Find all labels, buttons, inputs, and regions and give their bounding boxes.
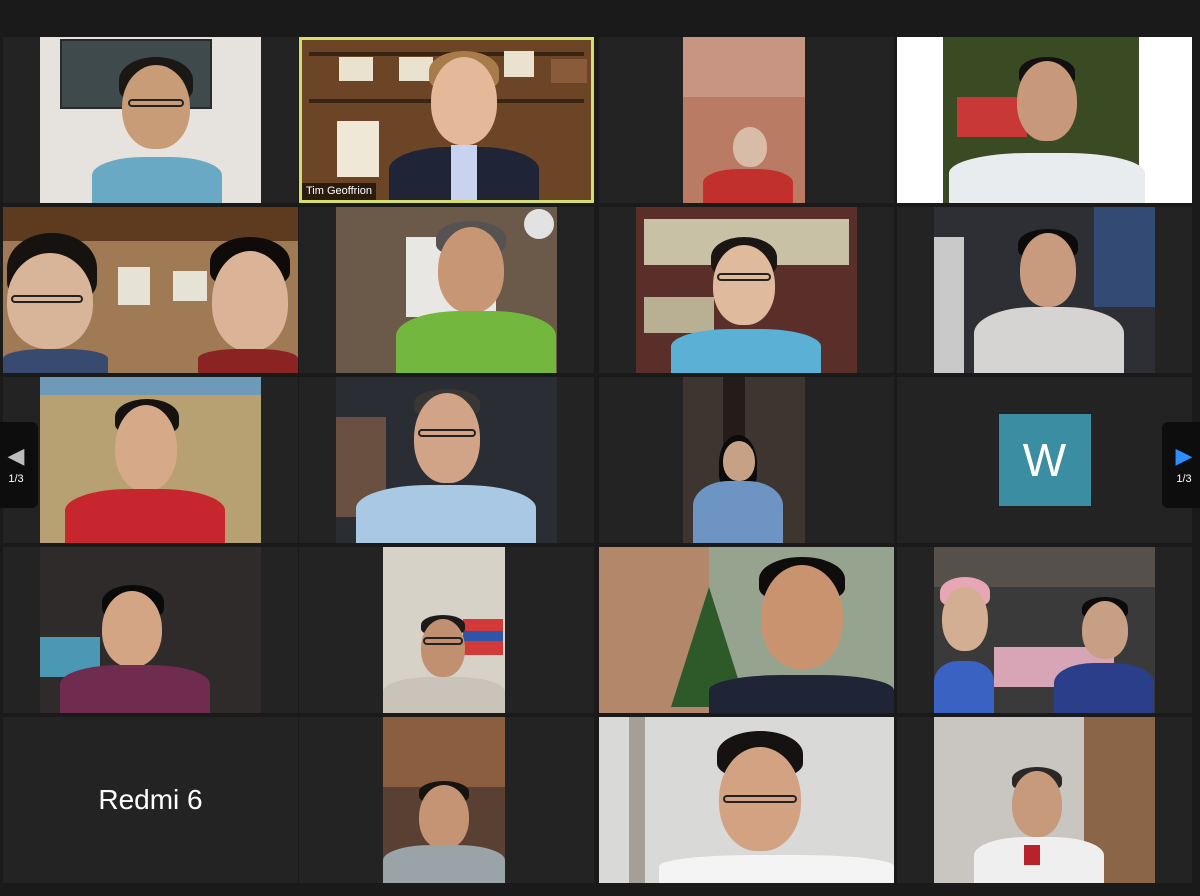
participant-video xyxy=(599,547,894,713)
participant-video xyxy=(383,717,505,883)
participant-tile[interactable] xyxy=(599,547,894,713)
page-indicator: 1/3 xyxy=(1176,473,1192,485)
participant-person xyxy=(974,767,1104,883)
participant-person xyxy=(389,51,539,203)
participant-tile[interactable] xyxy=(299,377,594,543)
participant-avatar: W xyxy=(998,414,1091,506)
participant-video xyxy=(934,207,1155,373)
participant-video xyxy=(934,717,1155,883)
grid-row-4 xyxy=(0,547,1200,713)
participant-tile[interactable]: Redmi 6 xyxy=(3,717,298,883)
participant-video xyxy=(683,37,805,203)
participant-video xyxy=(336,207,557,373)
participant-tile[interactable] xyxy=(599,37,894,203)
participant-tile[interactable] xyxy=(897,207,1192,373)
participant-person xyxy=(671,237,821,373)
participant-person xyxy=(396,221,556,373)
participant-video xyxy=(336,377,557,543)
participant-video xyxy=(40,377,261,543)
participant-tile[interactable]: W xyxy=(897,377,1192,543)
participant-person xyxy=(974,229,1124,373)
participant-person xyxy=(949,57,1145,203)
participant-tile[interactable] xyxy=(897,547,1192,713)
participant-video xyxy=(683,377,805,543)
participant-tile[interactable] xyxy=(599,717,894,883)
participant-person xyxy=(709,557,894,713)
participant-person xyxy=(934,577,1004,713)
zoom-gallery-view: Tim Geoffrion W Redmi 6 ◀ 1/3 ▶ 1/3 xyxy=(0,0,1200,896)
participant-person xyxy=(1054,597,1154,713)
page-indicator: 1/3 xyxy=(8,473,24,485)
participant-avatar-placeholder: W xyxy=(897,377,1192,543)
chevron-right-icon: ▶ xyxy=(1175,443,1193,468)
participant-tile[interactable] xyxy=(299,717,594,883)
grid-row-3: W xyxy=(0,377,1200,543)
participant-tile[interactable] xyxy=(3,377,298,543)
participant-person xyxy=(198,237,298,373)
participant-video xyxy=(636,207,857,373)
participant-tile[interactable] xyxy=(3,37,298,203)
participant-tile[interactable] xyxy=(299,207,594,373)
participant-video xyxy=(897,37,1192,203)
participant-video xyxy=(40,547,261,713)
participant-tile[interactable] xyxy=(599,207,894,373)
participant-video xyxy=(3,207,298,373)
participant-video xyxy=(40,37,261,203)
grid-row-5: Redmi 6 xyxy=(0,717,1200,883)
participant-tile[interactable] xyxy=(897,37,1192,203)
participant-tile[interactable] xyxy=(299,547,594,713)
participant-grid: Tim Geoffrion W Redmi 6 xyxy=(0,0,1200,896)
grid-row-2 xyxy=(0,207,1200,373)
participant-video xyxy=(299,37,594,203)
participant-video xyxy=(934,547,1155,713)
participant-person xyxy=(356,389,536,543)
participant-person xyxy=(3,233,108,373)
participant-person xyxy=(60,585,210,713)
next-page-button[interactable]: ▶ 1/3 xyxy=(1162,422,1200,508)
grid-row-1: Tim Geoffrion xyxy=(0,37,1200,203)
chevron-left-icon: ◀ xyxy=(7,443,25,468)
participant-video xyxy=(599,717,894,883)
participant-tile[interactable] xyxy=(3,547,298,713)
participant-video xyxy=(383,547,505,713)
participant-tile[interactable] xyxy=(599,377,894,543)
participant-tile-active[interactable]: Tim Geoffrion xyxy=(299,37,594,203)
participant-tile[interactable] xyxy=(3,207,298,373)
participant-person xyxy=(383,615,505,713)
participant-name-label: Tim Geoffrion xyxy=(302,183,377,200)
participant-name-placeholder: Redmi 6 xyxy=(98,784,203,815)
participant-person xyxy=(383,781,505,883)
previous-page-button[interactable]: ◀ 1/3 xyxy=(0,422,38,508)
participant-person xyxy=(65,399,225,543)
participant-tile[interactable] xyxy=(897,717,1192,883)
participant-person xyxy=(659,731,894,883)
participant-person xyxy=(92,57,222,203)
participant-person xyxy=(703,127,793,203)
participant-person xyxy=(693,435,783,543)
